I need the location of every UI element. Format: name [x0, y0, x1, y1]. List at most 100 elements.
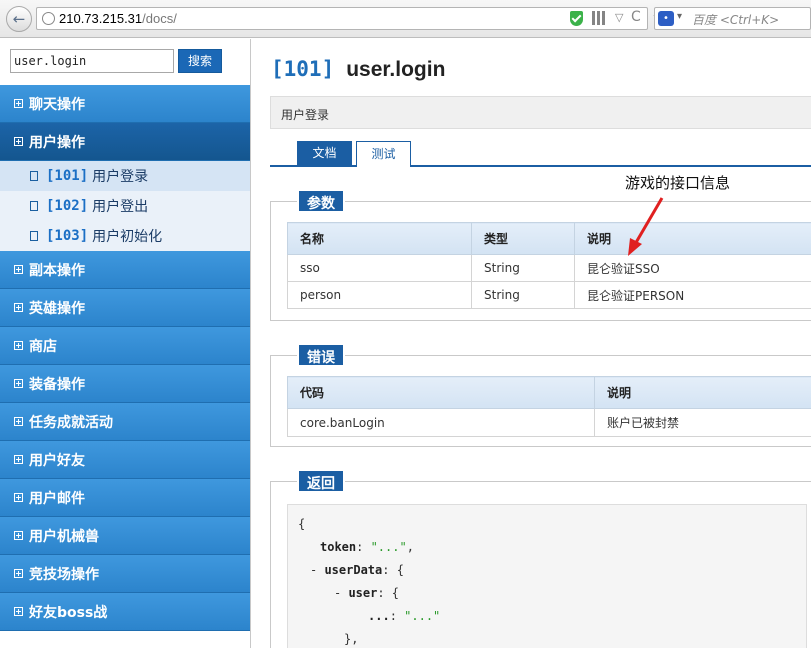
document-icon — [30, 171, 38, 181]
menu-item-mail[interactable]: 用户邮件 — [0, 479, 250, 517]
menu-item-chat[interactable]: 聊天操作 — [0, 85, 250, 123]
search-engine-dropdown-icon[interactable]: ▾ — [677, 11, 682, 22]
column-header: 代码 — [287, 376, 595, 409]
menu-item-shop[interactable]: 商店 — [0, 327, 250, 365]
submenu-item-user-login[interactable]: [101] 用户登录 — [0, 161, 250, 191]
menu-item-label: 用户好友 — [29, 452, 85, 469]
api-search-input[interactable]: user.login — [10, 49, 174, 73]
table-cell: 昆仑验证SSO — [574, 254, 811, 282]
table-cell: core.banLogin — [287, 408, 595, 437]
table-cell: person — [287, 281, 472, 309]
code-line: { — [298, 517, 306, 531]
expand-plus-icon — [14, 493, 23, 502]
code-string: "..." — [370, 540, 407, 554]
submenu-name: 用户初始化 — [92, 229, 163, 245]
column-header: 说明 — [594, 376, 811, 409]
baidu-paw-icon[interactable]: • — [658, 11, 674, 26]
menu-item-friends[interactable]: 用户好友 — [0, 441, 250, 479]
menu-item-dungeon[interactable]: 副本操作 — [0, 251, 250, 289]
code-key: userData — [324, 563, 383, 577]
return-code-block: { token: "...", - userData: { - user: { … — [287, 504, 807, 648]
expand-plus-icon — [14, 569, 23, 578]
tab-doc[interactable]: 文档 — [297, 141, 352, 167]
search-button[interactable]: 搜索 — [178, 49, 222, 73]
menu-item-quests[interactable]: 任务成就活动 — [0, 403, 250, 441]
errors-table: 代码 说明 core.banLogin 账户已被封禁 — [287, 376, 811, 437]
menu-item-equipment[interactable]: 装备操作 — [0, 365, 250, 403]
api-menu: 聊天操作 用户操作 [101] 用户登录 [102] 用户登出 [103] 用户初始化… — [0, 85, 250, 631]
returns-label: 返回 — [297, 469, 345, 493]
menu-item-label: 用户邮件 — [29, 490, 85, 507]
column-header: 名称 — [287, 222, 472, 255]
annotation-text: 游戏的接口信息 — [625, 174, 731, 192]
browser-search-box[interactable]: • ▾ 百度 <Ctrl+K> — [654, 7, 811, 30]
menu-item-label: 任务成就活动 — [29, 414, 113, 431]
url-path: /docs/ — [142, 11, 177, 26]
column-header: 说明 — [574, 222, 811, 255]
shield-icon[interactable] — [570, 11, 583, 26]
submenu-code: [102] — [46, 198, 89, 214]
code-line: }, — [344, 632, 359, 646]
menu-item-label: 商店 — [29, 338, 57, 355]
annotation-arrow-icon — [628, 197, 664, 256]
api-description: 用户登录 — [270, 96, 811, 129]
url-text: 210.73.215.31/docs/ — [59, 11, 177, 26]
submenu-name: 用户登录 — [92, 169, 149, 185]
expand-plus-icon — [14, 455, 23, 464]
code-line: ...: "..." — [368, 609, 441, 623]
params-label: 参数 — [297, 189, 345, 213]
menu-item-label: 英雄操作 — [29, 300, 85, 317]
table-cell: sso — [287, 254, 472, 282]
menu-item-friend-boss[interactable]: 好友boss战 — [0, 593, 250, 631]
api-code: [101] — [271, 57, 335, 81]
column-header: 类型 — [471, 222, 575, 255]
menu-item-hero[interactable]: 英雄操作 — [0, 289, 250, 327]
table-header-row: 名称 类型 说明 — [287, 222, 811, 255]
table-cell: 昆仑验证PERSON — [574, 281, 811, 309]
submenu-item-user-logout[interactable]: [102] 用户登出 — [0, 191, 250, 221]
reload-icon[interactable]: C — [631, 9, 641, 25]
params-section: 参数 名称 类型 说明 sso String 昆仑验证SSO person St… — [270, 189, 811, 321]
code-key: user — [348, 586, 378, 600]
url-host: 210.73.215.31 — [59, 11, 143, 26]
expand-plus-icon — [14, 379, 23, 388]
expand-plus-icon — [14, 99, 23, 108]
menu-item-arena[interactable]: 竞技场操作 — [0, 555, 250, 593]
browser-toolbar: ← 210.73.215.31/docs/ ▽ C ☆ • ▾ 百度 <Ctrl… — [0, 0, 811, 38]
expand-plus-icon — [14, 607, 23, 616]
dropdown-icon[interactable]: ▽ — [615, 11, 623, 24]
table-cell: 账户已被封禁 — [594, 408, 811, 437]
code-line[interactable]: - userData: { — [298, 559, 796, 582]
expand-plus-icon — [14, 531, 23, 540]
page-title: [101] user.login — [271, 57, 445, 82]
menu-item-user[interactable]: 用户操作 — [0, 123, 250, 161]
search-placeholder: 百度 <Ctrl+K> — [692, 13, 780, 27]
qr-code-icon[interactable] — [592, 11, 606, 25]
back-arrow-icon[interactable]: ← — [6, 6, 32, 32]
code-line[interactable]: - user: { — [298, 582, 796, 605]
tab-test[interactable]: 测试 — [356, 141, 411, 167]
expand-plus-icon — [14, 137, 23, 146]
address-bar[interactable]: 210.73.215.31/docs/ ▽ C ☆ — [36, 7, 665, 30]
menu-item-label: 竞技场操作 — [29, 566, 99, 583]
errors-section: 错误 代码 说明 core.banLogin 账户已被封禁 — [270, 343, 811, 447]
params-table: 名称 类型 说明 sso String 昆仑验证SSO person Strin… — [287, 222, 811, 309]
code-key: ... — [368, 609, 390, 623]
table-cell: String — [471, 281, 575, 309]
code-string: "..." — [404, 609, 441, 623]
submenu-item-user-init[interactable]: [103] 用户初始化 — [0, 221, 250, 251]
menu-item-mech-beast[interactable]: 用户机械兽 — [0, 517, 250, 555]
globe-icon — [42, 12, 55, 25]
expand-plus-icon — [14, 417, 23, 426]
main-content: [101] user.login 用户登录 文档 测试 参数 名称 类型 说明 s… — [252, 39, 811, 648]
table-cell: String — [471, 254, 575, 282]
tab-bar: 文档 测试 — [270, 139, 811, 167]
menu-item-label: 好友boss战 — [29, 604, 108, 621]
menu-item-label: 用户操作 — [29, 134, 85, 151]
document-icon — [30, 201, 38, 211]
menu-item-label: 用户机械兽 — [29, 528, 99, 545]
code-line: token: "...", — [320, 540, 414, 554]
table-row: core.banLogin 账户已被封禁 — [287, 408, 811, 437]
submenu-name: 用户登出 — [92, 199, 149, 215]
code-key: token — [320, 540, 357, 554]
